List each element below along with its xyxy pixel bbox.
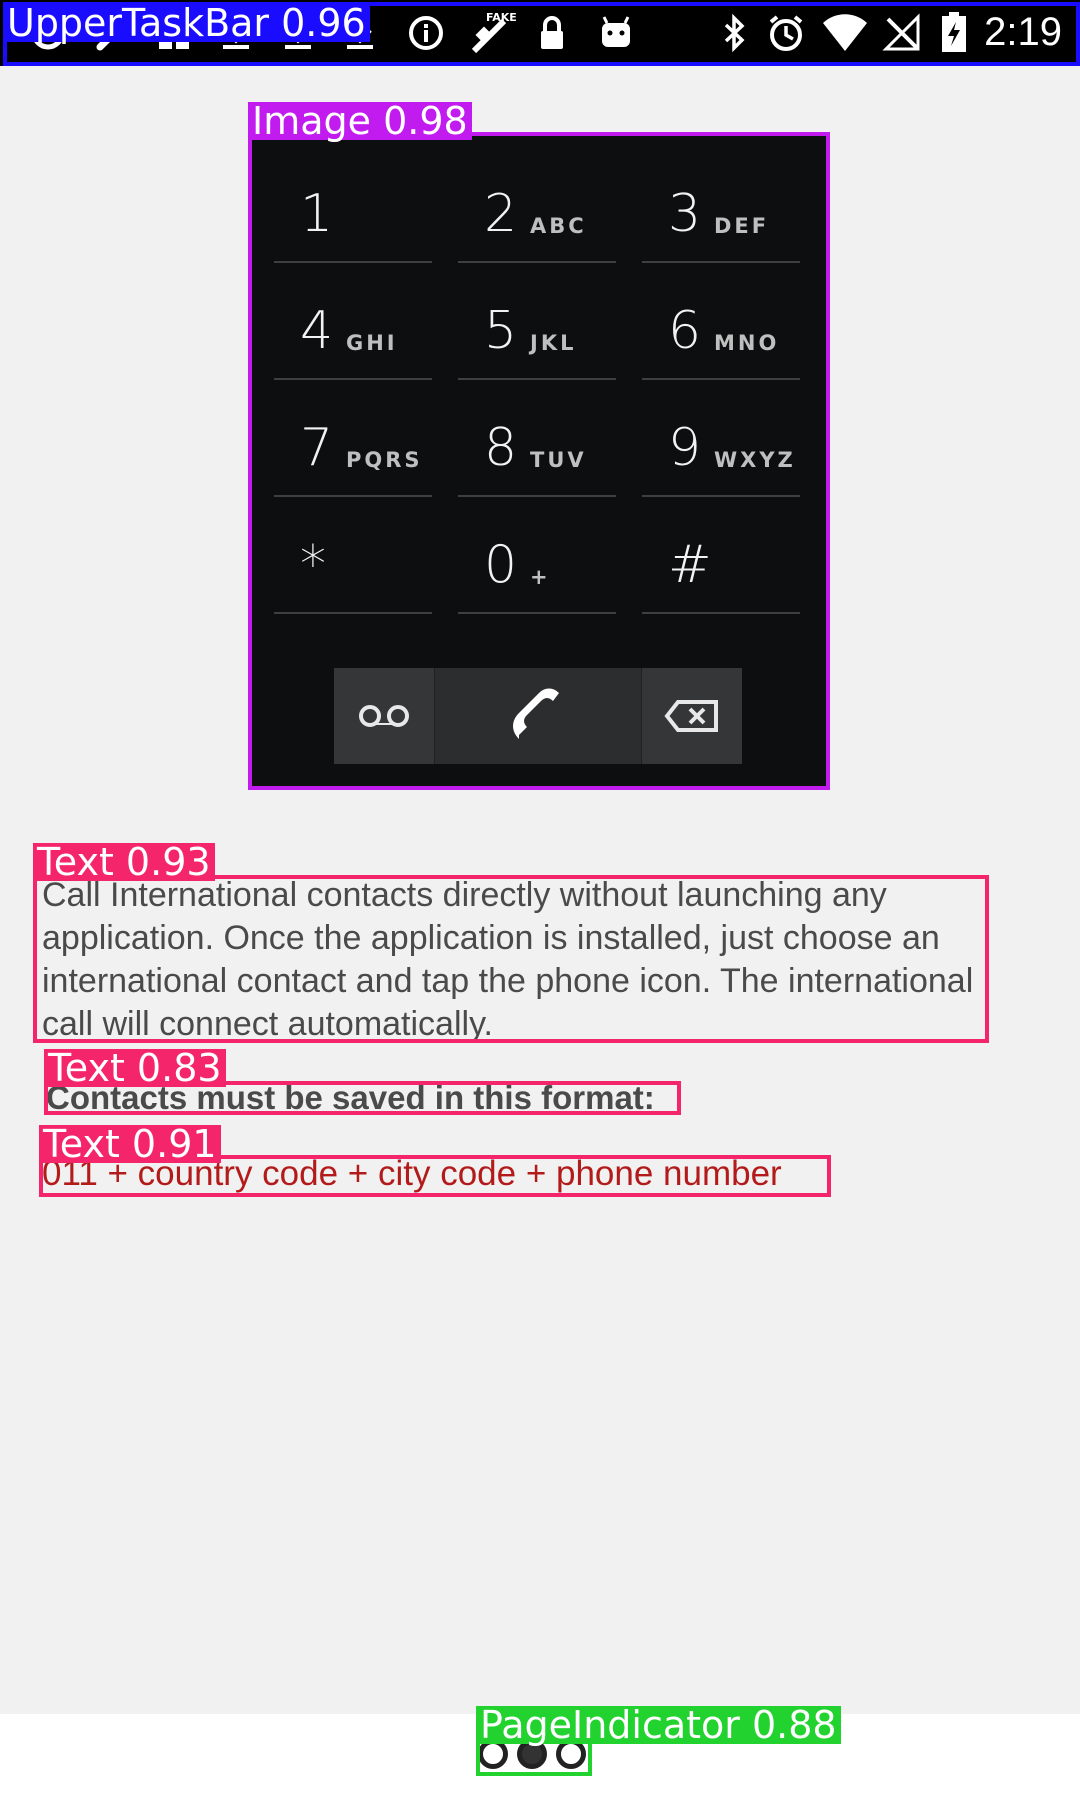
gift-icon [152, 11, 196, 55]
dialer-key-star: * [274, 497, 432, 614]
dialer-key-hash: # [642, 497, 800, 614]
key-digit: 9 [668, 418, 702, 478]
android-icon [594, 11, 638, 55]
dialer-key-2: 2 ABC [458, 146, 616, 263]
page-dot[interactable] [556, 1739, 586, 1769]
key-divider [458, 612, 616, 614]
key-divider [642, 612, 800, 614]
no-signal-icon [880, 11, 924, 55]
wifi-icon [820, 11, 870, 55]
key-digit: * [300, 535, 326, 595]
info-icon [404, 11, 448, 55]
key-letters: JKL [530, 331, 577, 355]
format-label: Contacts must be saved in this format: [46, 1079, 655, 1116]
dialer-keypad-image: 1 2 ABC 3 DEF 4 GHI 5 JKL 6 MNO 7 PQRS 8 TUV 9 WXYZ * 0 + # [252, 136, 826, 786]
dialer-key-4: 4 GHI [274, 263, 432, 380]
page-indicator[interactable] [478, 1739, 586, 1769]
status-bar: FAKE 2:19 [0, 0, 1080, 66]
download-icon [338, 11, 382, 55]
page-dot[interactable] [478, 1739, 508, 1769]
key-digit: 5 [484, 301, 518, 361]
key-letters: ABC [530, 214, 587, 238]
key-letters: + [530, 565, 551, 589]
key-digit: 1 [300, 184, 334, 244]
wrench-icon [90, 11, 134, 55]
key-letters: WXYZ [714, 448, 796, 472]
key-digit: 8 [484, 418, 518, 478]
format-value: 011 + country code + city code + phone n… [42, 1154, 782, 1193]
key-letters: GHI [346, 331, 398, 355]
key-letters: TUV [530, 448, 587, 472]
dialer-key-0: 0 + [458, 497, 616, 614]
key-letters: MNO [714, 331, 780, 355]
phone-icon [434, 668, 642, 764]
dialer-key-8: 8 TUV [458, 380, 616, 497]
key-letters: PQRS [346, 448, 423, 472]
detection-label: Image 0.98 [248, 102, 472, 140]
download-icon [276, 11, 320, 55]
dialer-key-7: 7 PQRS [274, 380, 432, 497]
dialer-key-6: 6 MNO [642, 263, 800, 380]
key-digit: 6 [668, 301, 702, 361]
voicemail-icon [334, 668, 434, 764]
dialer-key-3: 3 DEF [642, 146, 800, 263]
key-digit: 7 [300, 418, 334, 478]
dialer-key-1: 1 [274, 146, 432, 263]
page-dot[interactable] [517, 1739, 547, 1769]
settings-icon [26, 11, 70, 55]
key-digit: 0 [484, 535, 518, 595]
alarm-icon [764, 11, 808, 55]
bluetooth-icon [712, 11, 756, 55]
dialer-key-5: 5 JKL [458, 263, 616, 380]
key-divider [274, 612, 432, 614]
clock-time: 2:19 [984, 10, 1062, 54]
dialer-key-9: 9 WXYZ [642, 380, 800, 497]
key-digit: 3 [668, 184, 702, 244]
dialer-action-bar [334, 668, 742, 764]
lock-icon [530, 11, 574, 55]
fake-gps-badge: FAKE [486, 11, 516, 24]
battery-charging-icon [938, 11, 970, 55]
key-digit: # [668, 535, 712, 595]
key-letters: DEF [714, 214, 770, 238]
app-description: Call International contacts directly wit… [42, 876, 974, 1043]
satellite-fake-gps-icon: FAKE [462, 11, 518, 55]
backspace-icon [642, 668, 742, 764]
key-digit: 2 [484, 184, 518, 244]
key-digit: 4 [300, 301, 334, 361]
download-icon [214, 11, 258, 55]
